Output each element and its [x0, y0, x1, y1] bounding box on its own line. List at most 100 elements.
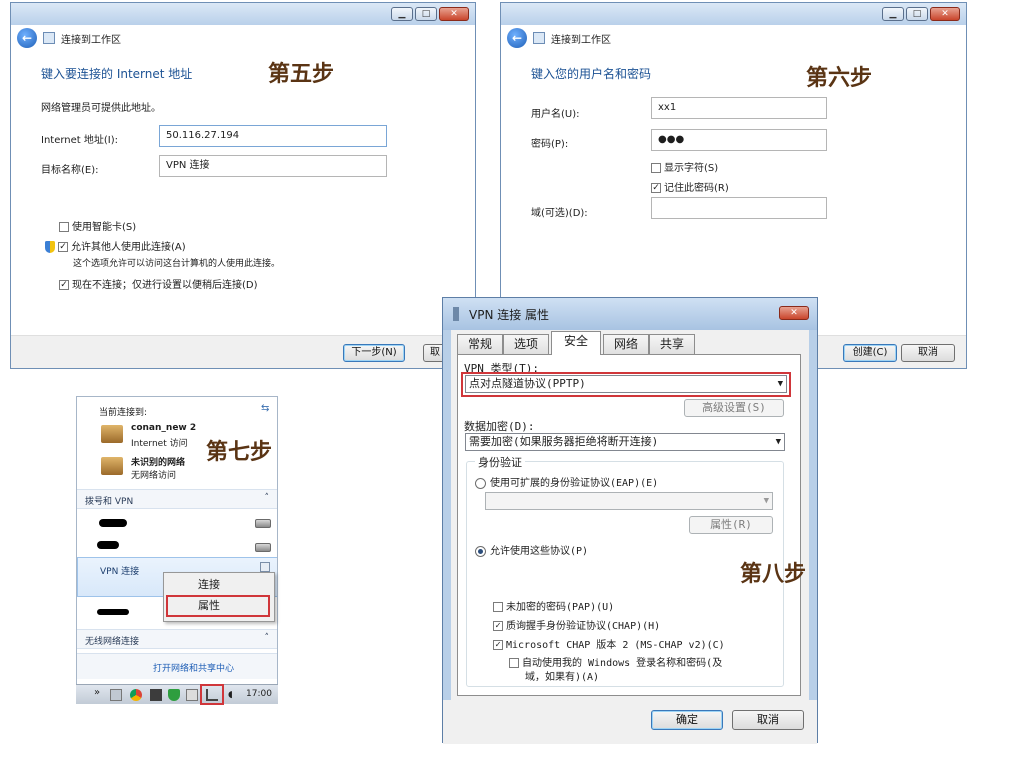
back-arrow-icon[interactable]: ←	[507, 28, 527, 48]
checkbox-checked-icon[interactable]: ✓	[493, 621, 503, 631]
encryption-select[interactable]: 需要加密(如果服务器拒绝将断开连接) ▼	[465, 433, 785, 451]
auth-group-label: 身份验证	[475, 454, 525, 470]
dropdown-arrow-icon: ▼	[775, 437, 781, 447]
create-button[interactable]: 创建(C)	[843, 344, 897, 362]
ok-button[interactable]: 确定	[651, 710, 723, 730]
device-icon[interactable]	[186, 689, 198, 701]
allow-others-option[interactable]: ✓ 允许其他人使用此连接(A)	[45, 238, 186, 253]
step8-label: 第八步	[740, 561, 807, 587]
dropdown-arrow-icon: ▼	[763, 496, 769, 506]
keyboard-icon[interactable]	[110, 689, 122, 701]
wizard-title: 键入您的用户名和密码	[531, 67, 652, 81]
radio-selected-icon[interactable]	[475, 545, 486, 557]
refresh-icon[interactable]: ⇆	[261, 403, 269, 414]
checkbox-checked-icon[interactable]: ✓	[58, 242, 68, 252]
open-network-center-link[interactable]: 打开网络和共享中心	[153, 661, 234, 674]
cancel-button[interactable]: 取消	[732, 710, 804, 730]
wizard-title: 键入要连接的 Internet 地址	[41, 67, 193, 81]
dialog-title-bar: VPN 连接 属性 ✕	[443, 298, 817, 330]
show-hidden-icons[interactable]: »	[94, 687, 100, 698]
auth-group: 身份验证 使用可扩展的身份验证协议(EAP)(E) ▼ 属性(R) 允许使用这些…	[466, 454, 784, 687]
next-button[interactable]: 下一步(N)	[343, 344, 405, 362]
internet-address-input[interactable]: 50.116.27.194	[159, 125, 387, 147]
eap-properties-button[interactable]: 属性(R)	[689, 516, 773, 534]
tab-network[interactable]: 网络	[603, 334, 649, 354]
vpn-properties-dialog: VPN 连接 属性 ✕ 常规 选项 安全 网络 共享 VPN 类型(T): 点对…	[442, 297, 818, 744]
security-icon[interactable]	[168, 689, 180, 701]
maximize-button[interactable]: □	[415, 7, 437, 21]
eap-radio[interactable]: 使用可扩展的身份验证协议(EAP)(E)	[475, 474, 658, 489]
checkbox-icon[interactable]	[493, 602, 503, 612]
chap-option[interactable]: ✓ 质询握手身份验证协议(CHAP)(H)	[493, 617, 660, 632]
shield-icon	[45, 241, 55, 253]
encryption-label: 数据加密(D):	[464, 420, 535, 433]
minimize-button[interactable]: ▁	[391, 7, 413, 21]
network-status: Internet 访问	[131, 439, 188, 449]
clock[interactable]: 17:00	[246, 689, 272, 699]
menu-item-properties[interactable]: 属性	[166, 595, 270, 617]
advanced-settings-button[interactable]: 高级设置(S)	[684, 399, 784, 417]
chevron-up-icon[interactable]: ˄	[265, 493, 270, 503]
cancel-button[interactable]: 取消	[901, 344, 955, 362]
network-icon	[43, 32, 55, 44]
checkbox-icon[interactable]	[509, 658, 519, 668]
tab-security[interactable]: 安全	[551, 331, 601, 355]
dialup-vpn-section[interactable]: 拨号和 VPN ˄	[77, 489, 277, 509]
checkbox-checked-icon[interactable]: ✓	[493, 640, 503, 650]
chrome-icon[interactable]	[130, 689, 142, 701]
wizard-header: 连接到工作区	[551, 34, 611, 46]
modem-icon	[255, 543, 271, 552]
eap-select[interactable]: ▼	[485, 492, 773, 510]
password-input[interactable]: ●●●	[651, 129, 827, 151]
checkbox-icon[interactable]	[59, 222, 69, 232]
radio-icon[interactable]	[475, 477, 486, 489]
app-icon[interactable]	[150, 689, 162, 701]
minimize-button[interactable]: ▁	[882, 7, 904, 21]
current-connections-label: 当前连接到:	[99, 408, 148, 418]
wizard-footer: 下一步(N) 取	[11, 335, 477, 368]
tab-options[interactable]: 选项	[503, 334, 549, 354]
wizard-header: 连接到工作区	[61, 34, 121, 46]
mschap-option[interactable]: ✓ Microsoft CHAP 版本 2 (MS-CHAP v2)(C)	[493, 636, 725, 651]
smartcard-option[interactable]: 使用智能卡(S)	[59, 218, 136, 233]
pap-option[interactable]: 未加密的密码(PAP)(U)	[493, 598, 614, 613]
remember-password-option[interactable]: ✓ 记住此密码(R)	[651, 179, 729, 194]
bench-icon	[101, 425, 123, 443]
security-tab-page: VPN 类型(T): 点对点隧道协议(PPTP) ▼ 高级设置(S) 数据加密(D…	[457, 354, 801, 696]
vpn-icon	[453, 307, 459, 321]
network-status: 无网络访问	[131, 471, 177, 481]
dialog-footer: 确定 取消	[443, 700, 817, 744]
menu-item-connect[interactable]: 连接	[198, 576, 220, 592]
tab-general[interactable]: 常规	[457, 334, 503, 354]
internet-address-label: Internet 地址(I):	[41, 135, 119, 146]
checkbox-icon[interactable]	[651, 163, 661, 173]
chevron-up-icon[interactable]: ˄	[265, 633, 270, 643]
show-characters-option[interactable]: 显示字符(S)	[651, 159, 718, 174]
username-label: 用户名(U):	[531, 109, 580, 120]
address-note: 网络管理员可提供此地址。	[41, 103, 161, 114]
tab-sharing[interactable]: 共享	[649, 334, 695, 354]
destination-name-input[interactable]: VPN 连接	[159, 155, 387, 177]
vpn-context-menu: 连接 属性	[163, 572, 275, 622]
checkbox-checked-icon[interactable]: ✓	[651, 183, 661, 193]
taskbar: » ◖ 17:00	[76, 684, 278, 705]
password-label: 密码(P):	[531, 139, 569, 150]
allow-protocols-radio[interactable]: 允许使用这些协议(P)	[475, 542, 588, 557]
maximize-button[interactable]: □	[906, 7, 928, 21]
step5-label: 第五步	[268, 61, 335, 87]
close-button[interactable]: ✕	[439, 7, 469, 21]
checkbox-checked-icon[interactable]: ✓	[59, 280, 69, 290]
vpn-icon	[260, 562, 270, 572]
dont-connect-option[interactable]: ✓ 现在不连接；仅进行设置以便稍后连接(D)	[59, 276, 258, 291]
close-button[interactable]: ✕	[779, 306, 809, 320]
back-arrow-icon[interactable]: ←	[17, 28, 37, 48]
volume-icon[interactable]: ◖	[228, 689, 240, 701]
auto-logon-option[interactable]: 自动使用我的 Windows 登录名称和密码(及	[509, 654, 722, 669]
network-name: 未识别的网络	[131, 458, 186, 468]
wireless-section[interactable]: 无线网络连接 ˄	[77, 629, 277, 649]
close-button[interactable]: ✕	[930, 7, 960, 21]
dialog-title: VPN 连接 属性	[469, 308, 550, 322]
username-input[interactable]: xx1	[651, 97, 827, 119]
flyout-footer: 打开网络和共享中心	[77, 653, 277, 679]
domain-input[interactable]	[651, 197, 827, 219]
